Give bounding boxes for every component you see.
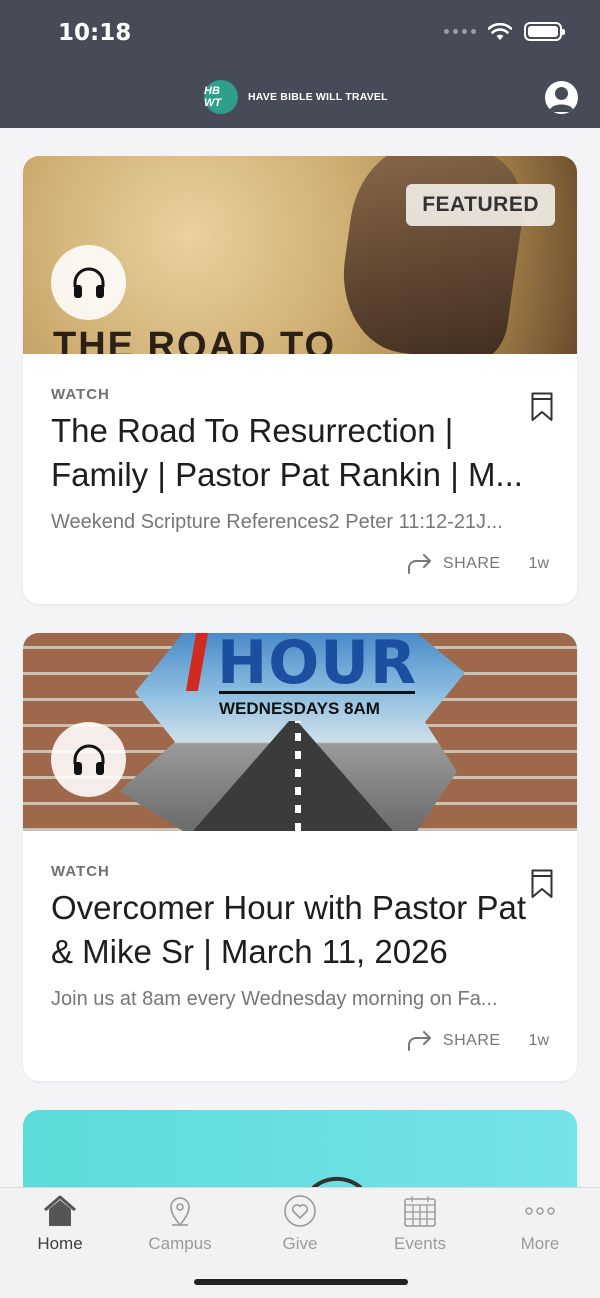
tab-label: Home [37,1234,83,1253]
bookmark-icon[interactable] [531,392,553,422]
image-caption: THE ROAD TO [53,325,337,354]
share-icon[interactable] [407,554,433,574]
share-button[interactable]: SHARE [443,555,501,573]
card-title[interactable]: Overcomer Hour with Pastor Pat & Mike Sr… [51,886,531,974]
calendar-icon [404,1196,436,1227]
status-time: 10:18 [58,20,132,46]
card-description: Join us at 8am every Wednesday morning o… [51,988,498,1010]
content-card[interactable]: HOUR WEDNESDAYS 8AM WATCH Overcomer Hour… [23,633,577,1081]
brand-name: HAVE BIBLE WILL TRAVEL [248,91,388,103]
status-icons [444,22,565,41]
tab-give[interactable]: Give [240,1194,360,1254]
road-graphic [193,721,393,831]
brand-logo: HB WT [204,80,238,114]
card-kind: WATCH [51,863,110,880]
tab-more[interactable]: More [480,1194,600,1254]
content-card[interactable]: THE ROAD TO FEATURED WATCH The Road To R… [23,156,577,604]
card-image[interactable]: HOUR WEDNESDAYS 8AM [23,633,577,831]
audio-button[interactable] [51,722,126,797]
wifi-icon [488,22,512,40]
tab-label: Campus [148,1234,212,1253]
road-line [295,721,301,831]
location-pin-icon [170,1197,190,1227]
headphones-icon [73,744,104,775]
image-accent [185,633,209,691]
bookmark-icon[interactable] [531,869,553,899]
tab-label: Events [394,1234,446,1253]
share-button[interactable]: SHARE [443,1032,501,1050]
tab-home[interactable]: Home [0,1194,120,1254]
card-meta: SHARE 1w [407,1031,549,1051]
image-divider [219,691,415,694]
post-age: 1w [528,1032,549,1049]
card-body: WATCH Overcomer Hour with Pastor Pat & M… [23,831,577,1051]
post-age: 1w [528,555,549,572]
heart-icon [284,1195,316,1227]
profile-button[interactable] [545,81,578,114]
card-image[interactable]: THE ROAD TO FEATURED [23,156,577,354]
tab-campus[interactable]: Campus [120,1194,240,1254]
image-subtitle: WEDNESDAYS 8AM [219,699,380,718]
image-title: HOUR [217,633,418,698]
home-icon [44,1195,76,1226]
card-kind: WATCH [51,386,110,403]
battery-icon [524,22,565,41]
cellular-signal-icon [444,29,476,34]
tab-events[interactable]: Events [360,1194,480,1254]
tab-label: More [520,1234,560,1253]
card-body: WATCH The Road To Resurrection | Family … [23,354,577,574]
card-title[interactable]: The Road To Resurrection | Family | Past… [51,409,531,497]
app-header: 10:18 HB WT HAVE BIBLE WILL TRAVEL [0,0,600,128]
share-icon[interactable] [407,1031,433,1051]
brand[interactable]: HB WT HAVE BIBLE WILL TRAVEL [204,80,388,114]
card-meta: SHARE 1w [407,554,549,574]
featured-badge: FEATURED [406,184,555,226]
more-dots-icon [525,1207,555,1215]
home-indicator [194,1279,408,1285]
card-description: Weekend Scripture References2 Peter 11:1… [51,511,503,533]
headphones-icon [73,267,104,298]
brick-wall-right [417,633,577,831]
audio-button[interactable] [51,245,126,320]
tab-label: Give [282,1234,318,1253]
user-icon [549,87,574,112]
